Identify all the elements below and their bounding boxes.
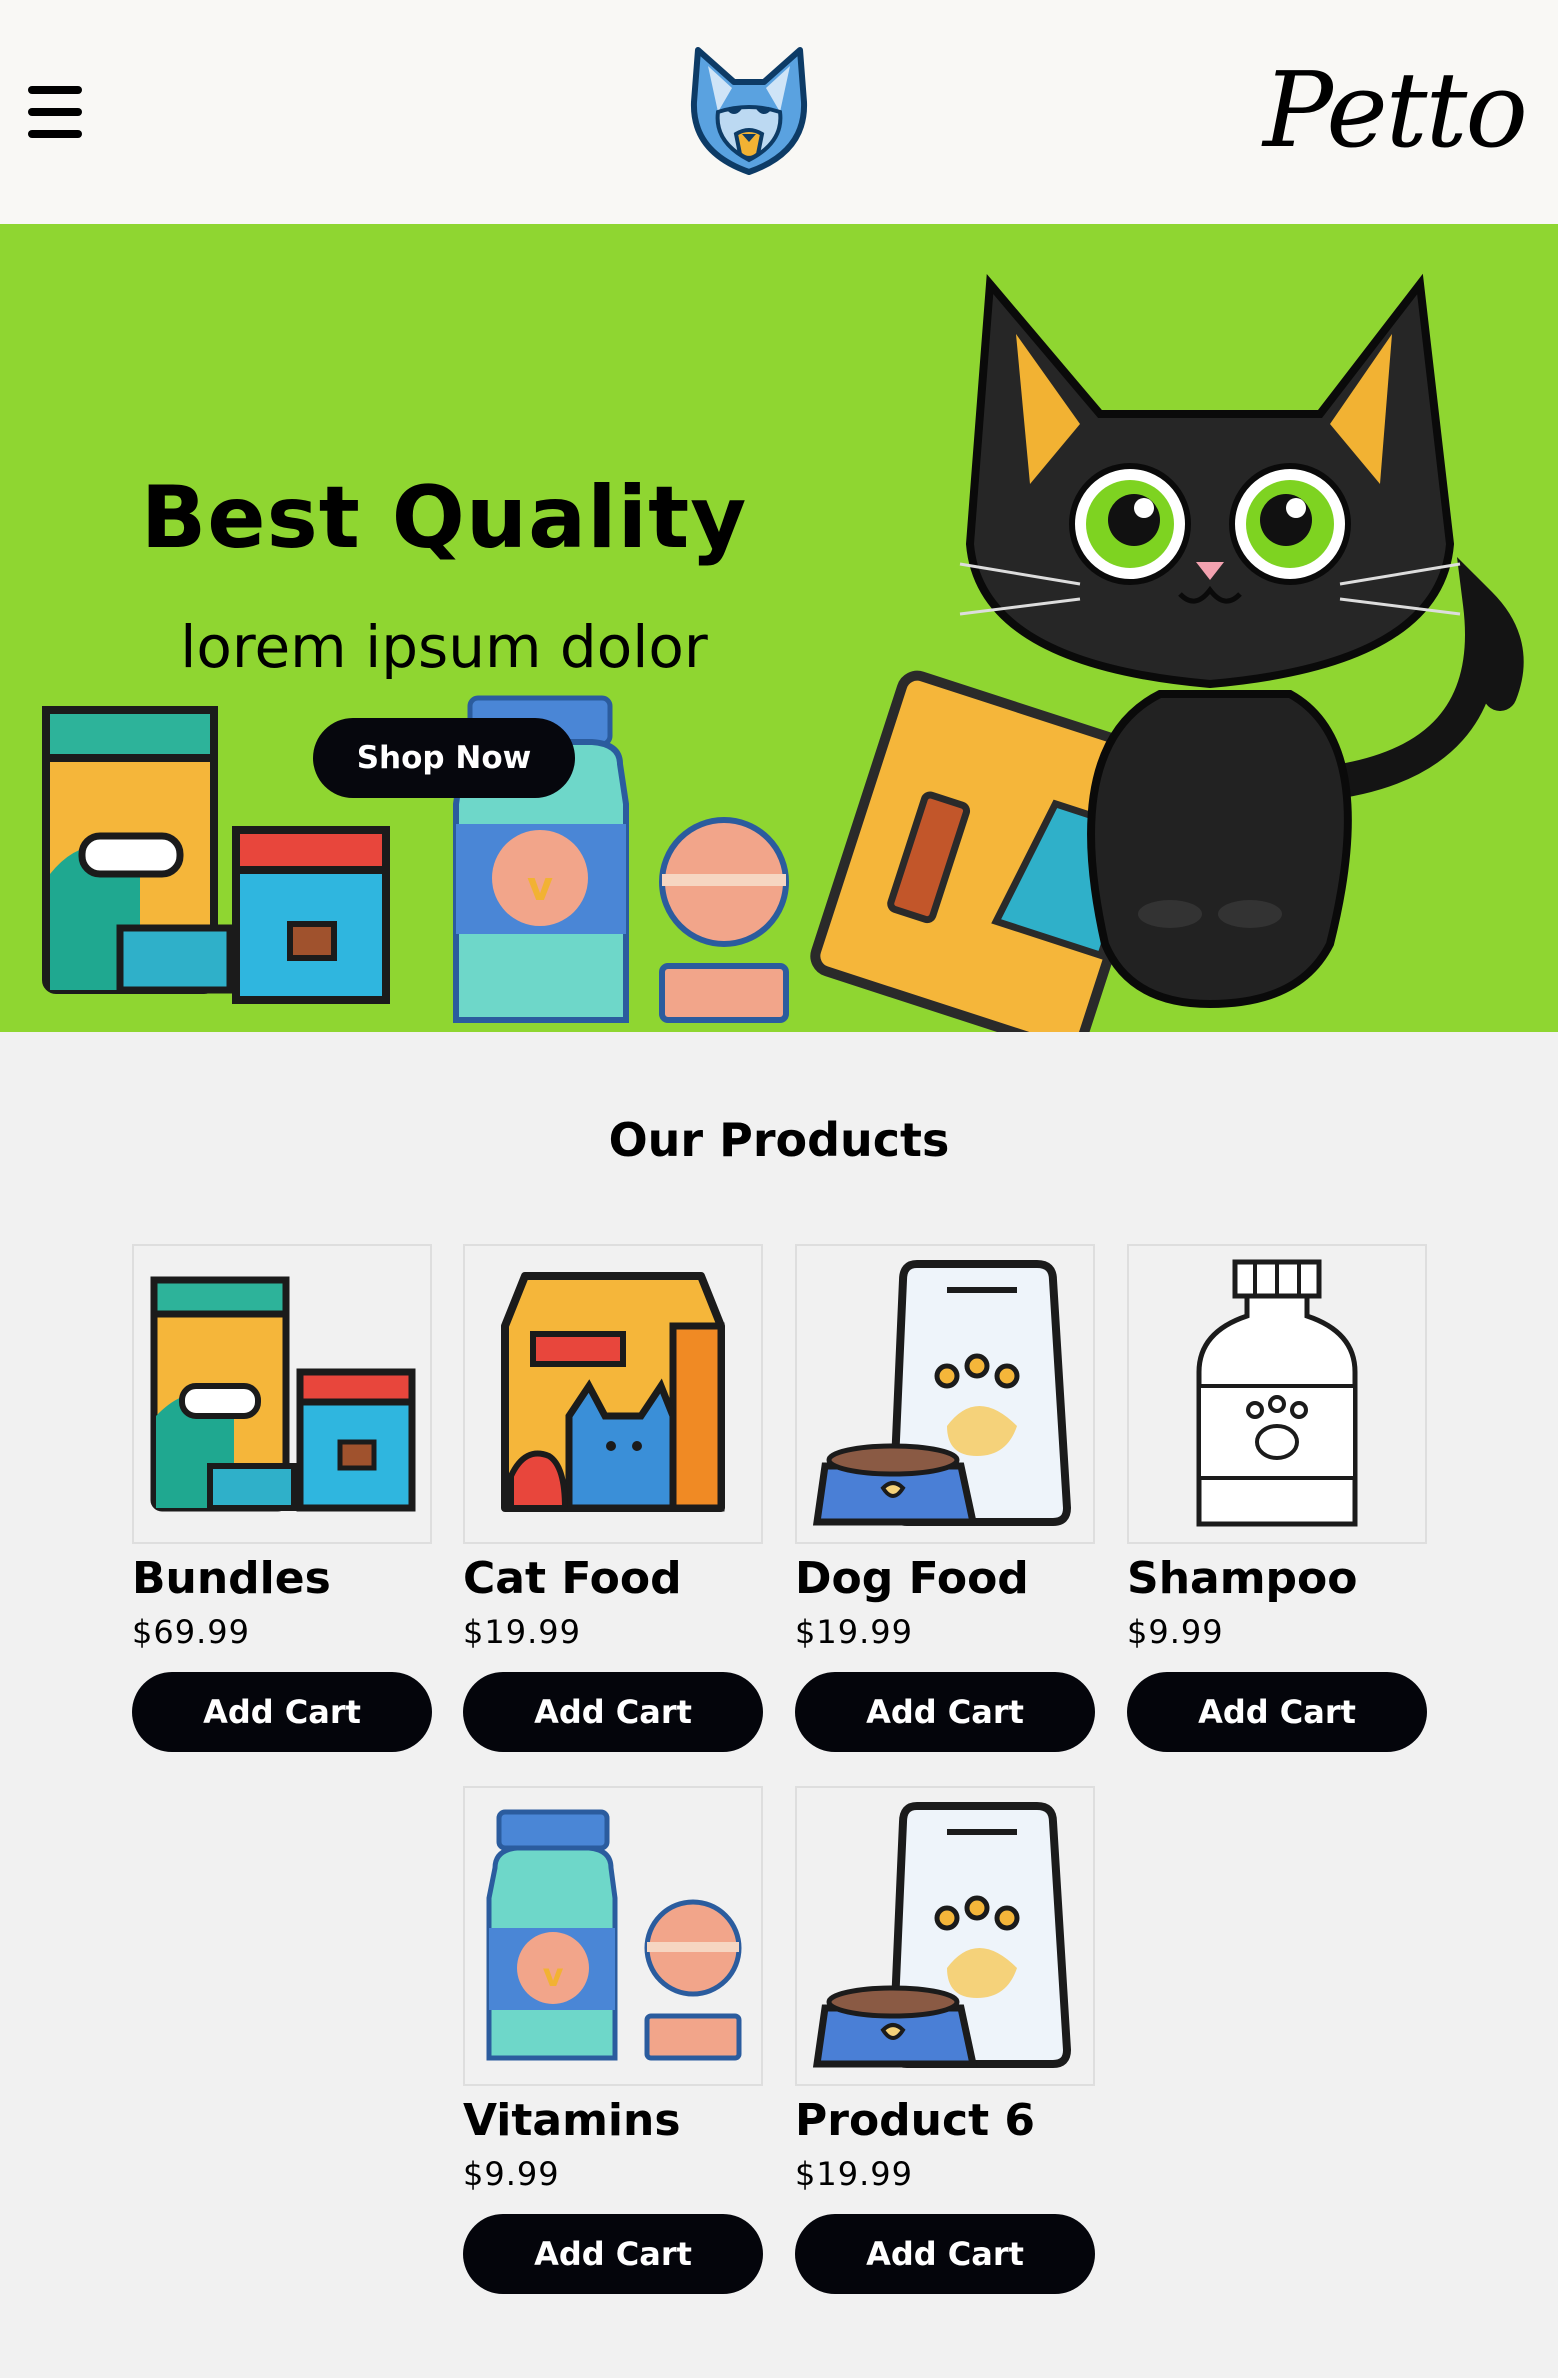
cat-food-bag-icon [501, 1272, 725, 1512]
product-name: Bundles [132, 1553, 331, 1604]
add-cart-button[interactable]: Add Cart [132, 1672, 432, 1752]
product-image[interactable]: v [463, 1786, 763, 2086]
product-card-shampoo: Shampoo $9.99 Add Cart [1127, 1244, 1427, 1752]
product-name: Vitamins [463, 2095, 681, 2146]
hero-banner: v Best Quality lorem ipsum dolor Shop No… [0, 224, 1558, 1032]
product-card-bundles: Bundles $69.99 Add Cart [132, 1244, 432, 1752]
hero-title: Best Quality [140, 468, 748, 568]
hero-subtitle: lorem ipsum dolor [180, 613, 708, 681]
add-cart-button[interactable]: Add Cart [463, 2214, 763, 2294]
products-heading: Our Products [608, 1113, 950, 1167]
product-image[interactable] [463, 1244, 763, 1544]
hamburger-menu-icon[interactable] [28, 86, 82, 138]
product-price: $9.99 [463, 2155, 560, 2193]
product-image[interactable] [1127, 1244, 1427, 1544]
product-card-vitamins: v Vitamins $9.99 Add Cart [463, 1786, 763, 2294]
dog-food-bag-icon [812, 1260, 1072, 1526]
product-price: $19.99 [795, 1613, 913, 1651]
top-header: Petto [0, 0, 1558, 224]
add-cart-button[interactable]: Add Cart [795, 1672, 1095, 1752]
product-card-product-6: Product 6 $19.99 Add Cart [795, 1786, 1095, 2294]
product-card-dog-food: Dog Food $19.99 Add Cart [795, 1244, 1095, 1752]
product-image[interactable] [795, 1244, 1095, 1544]
shampoo-bottle-icon [1196, 1259, 1358, 1527]
product-image[interactable] [132, 1244, 432, 1544]
product-price: $69.99 [132, 1613, 250, 1651]
brand-wordmark[interactable]: Petto [1263, 50, 1528, 170]
product-name: Cat Food [463, 1553, 682, 1604]
add-cart-button[interactable]: Add Cart [1127, 1672, 1427, 1752]
product-image[interactable] [795, 1786, 1095, 2086]
dog-food-bag-icon [812, 1802, 1072, 2068]
shop-now-button[interactable]: Shop Now [313, 718, 575, 798]
product-name: Dog Food [795, 1553, 1029, 1604]
bundle-icon [150, 1276, 416, 1512]
product-card-cat-food: Cat Food $19.99 Add Cart [463, 1244, 763, 1752]
svg-text:v: v [543, 1956, 564, 1994]
product-name: Shampoo [1127, 1553, 1358, 1604]
product-price: $19.99 [463, 1613, 581, 1651]
dog-head-logo-icon[interactable] [688, 42, 810, 178]
svg-text:v: v [527, 864, 553, 910]
add-cart-button[interactable]: Add Cart [463, 1672, 763, 1752]
vitamins-icon: v [486, 1809, 742, 2061]
add-cart-button[interactable]: Add Cart [795, 2214, 1095, 2294]
product-price: $9.99 [1127, 1613, 1224, 1651]
product-price: $19.99 [795, 2155, 913, 2193]
product-name: Product 6 [795, 2095, 1036, 2146]
